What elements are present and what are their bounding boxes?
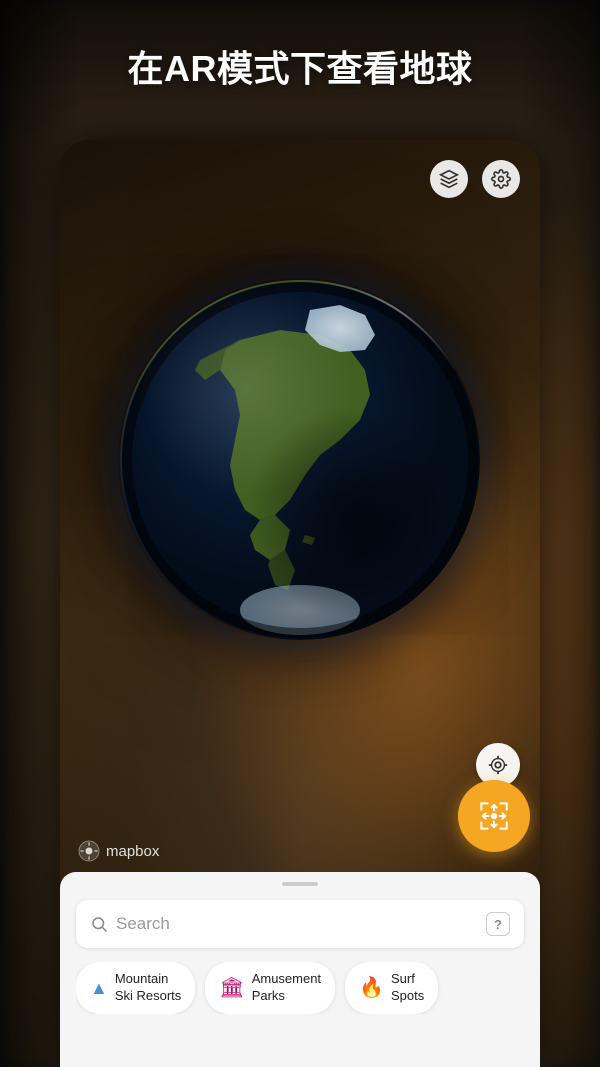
location-icon — [487, 754, 509, 776]
search-help-button[interactable]: ? — [486, 912, 510, 936]
chip-surf-label: SurfSpots — [391, 971, 424, 1005]
search-placeholder[interactable]: Search — [116, 914, 478, 934]
chip-mountain-label: MountainSki Resorts — [115, 971, 181, 1005]
earth-globe[interactable] — [120, 280, 480, 640]
mountain-icon: ▲ — [90, 979, 108, 997]
top-toolbar — [430, 160, 520, 198]
mapbox-logo: mapbox — [78, 840, 159, 862]
settings-button[interactable] — [482, 160, 520, 198]
gear-icon — [491, 169, 511, 189]
chip-amusement-parks[interactable]: 🏛 AmusementParks — [205, 962, 335, 1014]
globe-svg — [120, 280, 480, 640]
chip-mountain-ski-resorts[interactable]: ▲ MountainSki Resorts — [76, 962, 195, 1014]
layers-icon — [439, 169, 459, 189]
bottom-sheet: Search ? ▲ MountainSki Resorts 🏛 Amuseme… — [60, 872, 540, 1067]
mapbox-logo-icon — [78, 840, 100, 862]
chip-surf-spots[interactable]: 🔥 SurfSpots — [345, 962, 438, 1014]
mapbox-logo-text: mapbox — [106, 843, 159, 860]
ar-mode-icon — [475, 797, 513, 835]
layers-button[interactable] — [430, 160, 468, 198]
amusement-icon: 🏛 — [219, 978, 244, 998]
surf-icon: 🔥 — [359, 978, 384, 998]
page-title: 在AR模式下查看地球 — [0, 40, 600, 92]
chip-amusement-label: AmusementParks — [252, 971, 321, 1005]
phone-frame: mapbox Search ? ▲ MountainSki Resorts — [60, 140, 540, 1067]
category-chips: ▲ MountainSki Resorts 🏛 AmusementParks 🔥… — [76, 962, 524, 1014]
ar-mode-button[interactable] — [458, 780, 530, 852]
search-icon — [90, 915, 108, 933]
sheet-handle — [282, 882, 318, 886]
globe-container — [90, 200, 510, 720]
search-bar[interactable]: Search ? — [76, 900, 524, 948]
